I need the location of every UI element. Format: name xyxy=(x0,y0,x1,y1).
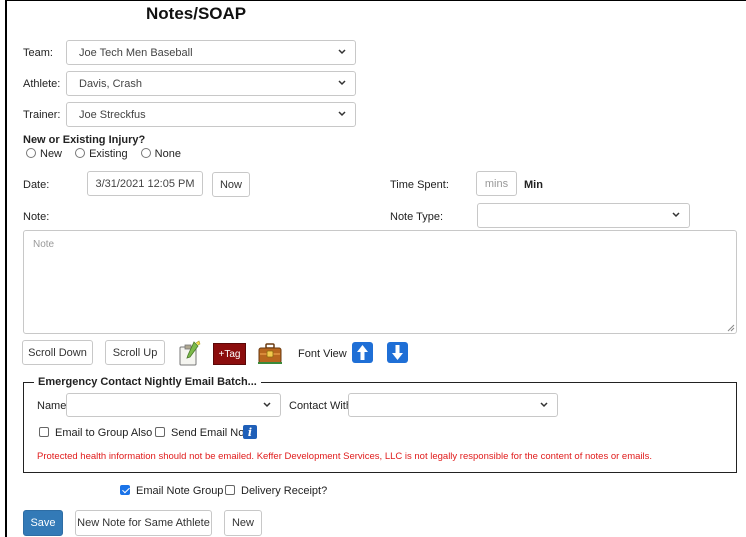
trainer-label: Trainer: xyxy=(23,109,61,121)
add-tag-label: +Tag xyxy=(218,348,241,360)
athlete-select[interactable]: Davis, Crash xyxy=(66,71,356,96)
checkbox-box[interactable] xyxy=(155,427,165,437)
briefcase-icon[interactable] xyxy=(257,340,283,366)
new-note-same-athlete-button[interactable]: New Note for Same Athlete xyxy=(75,510,212,536)
team-select[interactable]: Joe Tech Men Baseball xyxy=(66,40,356,65)
frame-left-border xyxy=(5,0,7,537)
team-select-value: Joe Tech Men Baseball xyxy=(79,46,193,59)
font-increase-arrow-up-icon[interactable] xyxy=(352,342,373,363)
resize-handle-icon[interactable] xyxy=(727,324,735,332)
email-group-also-label: Email to Group Also xyxy=(55,427,153,439)
note-textarea[interactable]: Note xyxy=(23,230,737,334)
contact-with-label: Contact With: xyxy=(289,400,356,412)
note-type-label: Note Type: xyxy=(390,211,443,223)
time-spent-label: Time Spent: xyxy=(390,179,449,191)
radio-circle[interactable] xyxy=(75,148,86,158)
contact-with-select[interactable] xyxy=(348,393,558,417)
injury-radio-group: New Existing None xyxy=(26,148,181,160)
trainer-select[interactable]: Joe Streckfus xyxy=(66,102,356,127)
scroll-up-button[interactable]: Scroll Up xyxy=(105,340,165,365)
email-group-also-checkbox[interactable]: Email to Group Also xyxy=(39,427,152,439)
date-label: Date: xyxy=(23,179,50,191)
radio-none-label: None xyxy=(154,148,181,160)
note-placeholder: Note xyxy=(33,239,55,250)
radio-circle[interactable] xyxy=(26,148,36,158)
chevron-down-icon xyxy=(338,80,346,86)
send-email-now-label: Send Email Now xyxy=(171,427,253,439)
add-tag-button[interactable]: +Tag xyxy=(213,343,246,365)
send-email-now-checkbox[interactable]: Send Email Now xyxy=(155,427,252,439)
team-label: Team: xyxy=(23,47,53,59)
radio-new[interactable]: New xyxy=(26,148,62,160)
emergency-name-select[interactable] xyxy=(66,393,281,417)
clipboard-note-icon[interactable] xyxy=(176,340,202,366)
injury-question: New or Existing Injury? xyxy=(23,134,146,146)
delivery-receipt-checkbox[interactable]: Delivery Receipt? xyxy=(225,485,327,497)
athlete-label: Athlete: xyxy=(23,78,61,90)
phi-warning-text: Protected health information should not … xyxy=(37,451,653,462)
trainer-select-value: Joe Streckfus xyxy=(79,108,146,121)
checkbox-box[interactable] xyxy=(39,427,49,437)
chevron-down-icon xyxy=(338,111,346,117)
new-button[interactable]: New xyxy=(224,510,262,536)
time-spent-unit: Min xyxy=(524,179,543,191)
font-decrease-arrow-down-icon[interactable] xyxy=(387,342,408,363)
checkbox-box[interactable] xyxy=(225,485,235,495)
chevron-down-icon xyxy=(263,402,271,408)
email-note-group-label: Email Note Group xyxy=(136,485,224,497)
radio-none[interactable]: None xyxy=(140,148,181,160)
chevron-down-icon xyxy=(338,49,346,55)
email-note-group-checkbox[interactable]: Email Note Group xyxy=(120,485,223,497)
radio-new-label: New xyxy=(40,148,63,160)
note-type-select[interactable] xyxy=(477,203,690,228)
scroll-down-button[interactable]: Scroll Down xyxy=(22,340,93,365)
time-spent-input[interactable]: mins xyxy=(476,171,517,196)
note-label: Note: xyxy=(23,211,50,223)
frame-top-border xyxy=(5,0,746,1)
now-button[interactable]: Now xyxy=(212,172,250,197)
athlete-select-value: Davis, Crash xyxy=(79,77,142,90)
emergency-legend: Emergency Contact Nightly Email Batch... xyxy=(34,376,261,388)
checkbox-box-checked[interactable] xyxy=(120,485,130,495)
font-view-label: Font View xyxy=(298,348,347,360)
date-input[interactable]: 3/31/2021 12:05 PM xyxy=(87,171,203,196)
chevron-down-icon xyxy=(540,402,548,408)
save-button[interactable]: Save xyxy=(23,510,63,536)
emergency-name-label: Name: xyxy=(37,400,70,412)
radio-existing-label: Existing xyxy=(89,148,128,160)
radio-circle[interactable] xyxy=(140,148,151,158)
chevron-down-icon xyxy=(672,212,680,218)
radio-existing[interactable]: Existing xyxy=(75,148,128,160)
info-icon[interactable]: i xyxy=(243,425,257,439)
page-title: Notes/SOAP xyxy=(146,4,247,23)
delivery-receipt-label: Delivery Receipt? xyxy=(241,485,328,497)
